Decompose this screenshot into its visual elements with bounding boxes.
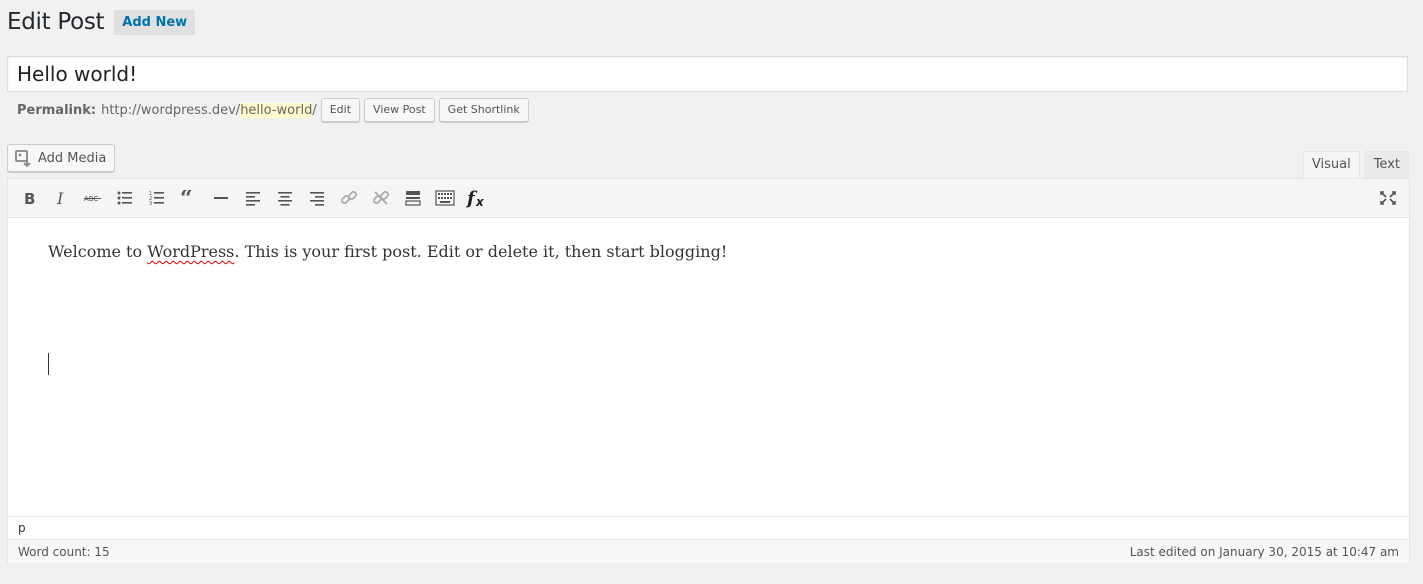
- page-title: Edit Post: [7, 9, 105, 35]
- align-center-icon[interactable]: [269, 182, 301, 214]
- permalink-trailing: /: [312, 102, 317, 118]
- view-post-button[interactable]: View Post: [364, 98, 435, 122]
- element-path-bar: p: [8, 516, 1409, 539]
- horizontal-line-icon[interactable]: [205, 182, 237, 214]
- body-text-after: . This is your first post. Edit or delet…: [234, 242, 728, 261]
- add-media-icon: [15, 149, 31, 167]
- tab-text[interactable]: Text: [1364, 151, 1409, 179]
- permalink-label: Permalink:: [17, 102, 97, 118]
- text-caret: [48, 353, 49, 375]
- tab-visual[interactable]: Visual: [1302, 151, 1360, 179]
- get-shortlink-button[interactable]: Get Shortlink: [438, 98, 529, 122]
- align-right-icon[interactable]: [301, 182, 333, 214]
- svg-text:B: B: [24, 190, 35, 206]
- toolbar-toggle-icon[interactable]: [429, 182, 461, 214]
- read-more-icon[interactable]: [397, 182, 429, 214]
- italic-icon[interactable]: I: [45, 182, 77, 214]
- editor-status-bar: Word count: 15 Last edited on January 30…: [8, 539, 1409, 563]
- align-left-icon[interactable]: [237, 182, 269, 214]
- permalink-slug[interactable]: hello-world: [240, 102, 313, 118]
- strikethrough-icon[interactable]: ABC: [77, 182, 109, 214]
- svg-text:x: x: [475, 195, 485, 208]
- blockquote-icon[interactable]: “: [173, 182, 205, 214]
- svg-text:3: 3: [149, 201, 152, 206]
- word-count: Word count: 15: [18, 544, 110, 559]
- post-body-paragraph[interactable]: Welcome to WordPress. This is your first…: [48, 242, 727, 261]
- body-text-before: Welcome to: [48, 242, 148, 261]
- edit-permalink-button[interactable]: Edit: [320, 98, 361, 122]
- body-text-misspelled: WordPress: [147, 242, 235, 261]
- permalink-row: Permalink: http://wordpress.dev/hello-wo…: [17, 98, 529, 122]
- numbered-list-icon[interactable]: 123: [141, 182, 173, 214]
- last-edited: Last edited on January 30, 2015 at 10:47…: [1129, 544, 1399, 559]
- clear-formatting-icon[interactable]: fx: [461, 182, 493, 214]
- remove-link-icon[interactable]: [365, 182, 397, 214]
- post-editor: B I ABC 123 “: [7, 178, 1410, 563]
- editor-content[interactable]: Welcome to WordPress. This is your first…: [8, 218, 1409, 516]
- element-path[interactable]: p: [18, 521, 26, 535]
- svg-text:I: I: [56, 190, 64, 206]
- post-title-input[interactable]: [7, 56, 1408, 92]
- permalink-base-url: http://wordpress.dev/: [101, 102, 241, 118]
- bulleted-list-icon[interactable]: [109, 182, 141, 214]
- add-media-label: Add Media: [38, 150, 107, 166]
- insert-link-icon[interactable]: [333, 182, 365, 214]
- svg-text:“: “: [180, 190, 193, 206]
- editor-tabs: Visual Text: [1298, 151, 1409, 179]
- add-new-button[interactable]: Add New: [114, 9, 196, 35]
- page-header: Edit Post Add New: [7, 9, 196, 35]
- editor-toolbar: B I ABC 123 “: [8, 179, 1409, 218]
- add-media-button[interactable]: Add Media: [7, 144, 116, 172]
- bold-icon[interactable]: B: [13, 182, 45, 214]
- fullscreen-icon[interactable]: [1372, 182, 1404, 214]
